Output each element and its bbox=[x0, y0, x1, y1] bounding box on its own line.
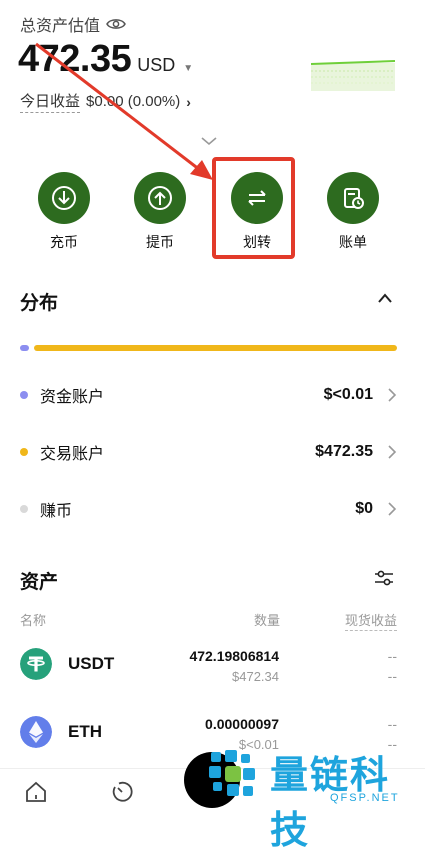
asset-symbol: USDT bbox=[68, 654, 115, 673]
withdraw-button[interactable]: 提币 bbox=[130, 172, 190, 252]
asset-profit: -- bbox=[387, 648, 397, 664]
funding-dot bbox=[20, 391, 28, 399]
bill-button[interactable]: 账单 bbox=[323, 172, 383, 252]
usdt-logo-icon bbox=[20, 648, 52, 680]
account-name: 交易账户 bbox=[40, 446, 105, 463]
column-qty: 数量 bbox=[254, 613, 281, 628]
asset-qty: 0.00000097 bbox=[205, 716, 279, 732]
home-icon[interactable] bbox=[24, 780, 48, 804]
bill-label: 账单 bbox=[339, 234, 367, 250]
earn-dot bbox=[20, 505, 28, 513]
account-row-earn[interactable]: 赚币 $0 bbox=[20, 495, 397, 523]
column-name: 名称 bbox=[20, 613, 47, 628]
distribution-bar bbox=[20, 345, 397, 351]
distribution-title: 分布 bbox=[20, 293, 59, 314]
chevron-right-icon bbox=[388, 445, 397, 459]
asset-row-usdt[interactable]: USDT 472.19806814 $472.34 -- -- bbox=[20, 648, 397, 688]
asset-profit: -- bbox=[387, 716, 397, 732]
watermark-url: QFSP.NET bbox=[330, 792, 400, 804]
chevron-up-icon[interactable] bbox=[377, 292, 393, 304]
trading-segment bbox=[34, 345, 397, 351]
watermark-logo-icon bbox=[209, 750, 255, 796]
chevron-right-icon bbox=[388, 388, 397, 402]
chevron-down-icon[interactable] bbox=[200, 134, 218, 148]
asset-symbol: ETH bbox=[68, 722, 102, 741]
account-row-funding[interactable]: 资金账户 $<0.01 bbox=[20, 381, 397, 409]
asset-value: $472.34 bbox=[232, 669, 279, 684]
account-amount: $0 bbox=[355, 500, 373, 517]
assets-title: 资产 bbox=[20, 572, 59, 593]
account-amount: $<0.01 bbox=[323, 386, 373, 403]
deposit-button[interactable]: 充币 bbox=[34, 172, 94, 252]
column-profit[interactable]: 现货收益 bbox=[345, 610, 398, 631]
asset-profit-rate: -- bbox=[387, 668, 397, 684]
filter-icon[interactable] bbox=[373, 568, 395, 588]
deposit-icon[interactable] bbox=[38, 172, 90, 224]
withdraw-label: 提币 bbox=[146, 234, 174, 250]
withdraw-icon[interactable] bbox=[134, 172, 186, 224]
deposit-label: 充币 bbox=[50, 234, 78, 250]
history-icon[interactable] bbox=[110, 780, 134, 804]
funding-segment bbox=[20, 345, 29, 351]
account-name: 资金账户 bbox=[40, 389, 105, 406]
account-name: 赚币 bbox=[40, 503, 73, 520]
asset-qty: 472.19806814 bbox=[189, 648, 279, 664]
trading-dot bbox=[20, 448, 28, 456]
account-amount: $472.35 bbox=[315, 443, 373, 460]
bill-icon[interactable] bbox=[327, 172, 379, 224]
transfer-highlight-box bbox=[212, 157, 295, 259]
eth-logo-icon bbox=[20, 716, 52, 748]
chevron-right-icon bbox=[388, 502, 397, 516]
account-row-trading[interactable]: 交易账户 $472.35 bbox=[20, 438, 397, 466]
